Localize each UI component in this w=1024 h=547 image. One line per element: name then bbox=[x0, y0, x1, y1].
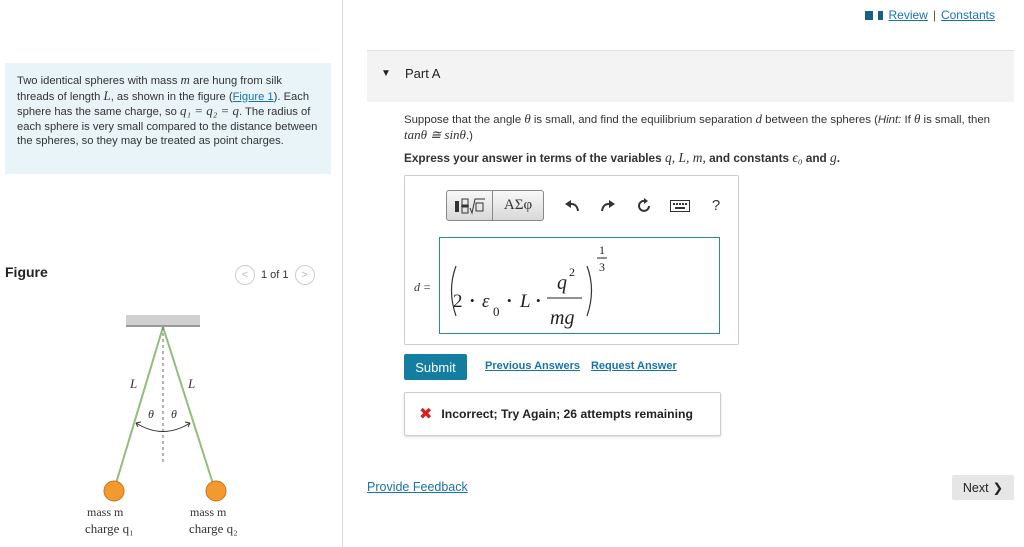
expr-outer-exp-num: 1 bbox=[599, 243, 605, 257]
constants-link[interactable]: Constants bbox=[941, 8, 995, 22]
left-sphere bbox=[103, 480, 125, 502]
pendulum-figure: L L θ θ mass m mass m charge q₁ charge q… bbox=[85, 315, 238, 536]
question-panel: Review | Constants ▼ Part A Suppose that… bbox=[343, 0, 1024, 547]
mass-label-left: mass m bbox=[87, 505, 124, 519]
problem-text: , as shown in the figure ( bbox=[110, 90, 233, 103]
length-label-right: L bbox=[187, 376, 195, 391]
charge-label-left: charge q₁ bbox=[85, 521, 134, 536]
expr-epsilon-sub: 0 bbox=[493, 304, 500, 319]
hint-label: Hint: bbox=[877, 114, 902, 126]
collapse-triangle-icon[interactable]: ▼ bbox=[381, 68, 391, 79]
reset-icon[interactable] bbox=[626, 191, 662, 220]
expr-numerator: q bbox=[557, 272, 567, 294]
length-label-left: L bbox=[129, 376, 137, 391]
mass-variable: m bbox=[180, 72, 190, 87]
left-thread bbox=[113, 326, 164, 491]
top-links: Review | Constants bbox=[865, 8, 995, 22]
question-text: Suppose that the angle θ is small, and f… bbox=[404, 111, 991, 142]
template-radical-icon[interactable] bbox=[447, 191, 493, 220]
part-title: Part A bbox=[405, 66, 441, 81]
chevron-right-icon: ❯ bbox=[992, 481, 1004, 495]
equation-toolbar: ΑΣφ ? bbox=[446, 190, 734, 221]
problem-text: Two identical spheres with mass bbox=[17, 75, 181, 87]
figure-pager: < 1 of 1 > bbox=[235, 265, 315, 285]
link-separator: | bbox=[932, 8, 936, 22]
length-variable: L bbox=[103, 87, 111, 103]
provide-feedback-link[interactable]: Provide Feedback bbox=[367, 480, 468, 494]
angle-label-left: θ bbox=[148, 407, 154, 421]
redo-icon[interactable] bbox=[590, 191, 626, 220]
next-figure-button[interactable]: > bbox=[294, 265, 315, 285]
svg-text:•: • bbox=[507, 293, 512, 308]
angle-label-right: θ bbox=[171, 407, 177, 421]
review-link[interactable]: Review bbox=[888, 8, 927, 22]
answer-links: Previous Answers Request Answer bbox=[485, 360, 677, 372]
feedback-message: ✖ Incorrect; Try Again; 26 attempts rema… bbox=[404, 392, 721, 436]
answer-input[interactable]: 2 • ε 0 • L • q 2 mg 1 3 bbox=[439, 237, 720, 334]
expr-L: L bbox=[519, 291, 531, 312]
request-answer-link[interactable]: Request Answer bbox=[591, 360, 677, 372]
right-sphere bbox=[205, 480, 227, 502]
previous-figure-button[interactable]: < bbox=[235, 265, 255, 285]
expr-epsilon: ε bbox=[482, 291, 490, 312]
next-label: Next bbox=[962, 480, 989, 495]
feedback-text: Incorrect; Try Again; 26 attempts remain… bbox=[441, 407, 693, 421]
problem-statement: Two identical spheres with mass m are hu… bbox=[5, 63, 331, 174]
toolbar-group: ΑΣφ bbox=[446, 190, 544, 221]
answer-box: ΑΣφ ? d = 2 • ε 0 • L • q 2 mg 1 3 bbox=[404, 175, 739, 345]
charge-equation: q₁ = q₂ = q bbox=[179, 103, 240, 119]
greek-symbols-button[interactable]: ΑΣφ bbox=[493, 191, 543, 220]
figure-page-count: 1 of 1 bbox=[261, 269, 289, 281]
answer-instruction: Express your answer in terms of the vari… bbox=[404, 150, 841, 165]
submit-button[interactable]: Submit bbox=[404, 354, 467, 380]
keyboard-icon[interactable] bbox=[662, 191, 698, 220]
review-icon bbox=[865, 10, 879, 20]
expr-outer-exp-den: 3 bbox=[599, 260, 605, 274]
figure-title: Figure bbox=[5, 264, 48, 280]
mass-label-right: mass m bbox=[190, 505, 227, 519]
expr-denominator: mg bbox=[550, 307, 574, 329]
expr-coefficient: 2 bbox=[453, 291, 463, 312]
help-button[interactable]: ? bbox=[698, 191, 734, 220]
equation-lhs: d = bbox=[414, 280, 432, 294]
previous-answers-link[interactable]: Previous Answers bbox=[485, 360, 580, 372]
ceiling bbox=[126, 315, 200, 325]
answer-expression: 2 • ε 0 • L • q 2 mg 1 3 bbox=[450, 243, 607, 329]
svg-text:•: • bbox=[536, 293, 541, 308]
incorrect-icon: ✖ bbox=[419, 406, 433, 423]
undo-icon[interactable] bbox=[554, 191, 590, 220]
svg-text:•: • bbox=[470, 293, 475, 308]
expr-numerator-exp: 2 bbox=[569, 265, 575, 279]
part-header[interactable]: ▼ Part A bbox=[367, 50, 1014, 102]
next-button[interactable]: Next ❯ bbox=[952, 475, 1014, 500]
problem-panel: Two identical spheres with mass m are hu… bbox=[0, 0, 343, 547]
figure-link[interactable]: Figure 1 bbox=[233, 91, 274, 103]
approximation: tanθ ≅ sinθ bbox=[404, 126, 466, 142]
charge-label-right: charge q₂ bbox=[189, 521, 238, 536]
